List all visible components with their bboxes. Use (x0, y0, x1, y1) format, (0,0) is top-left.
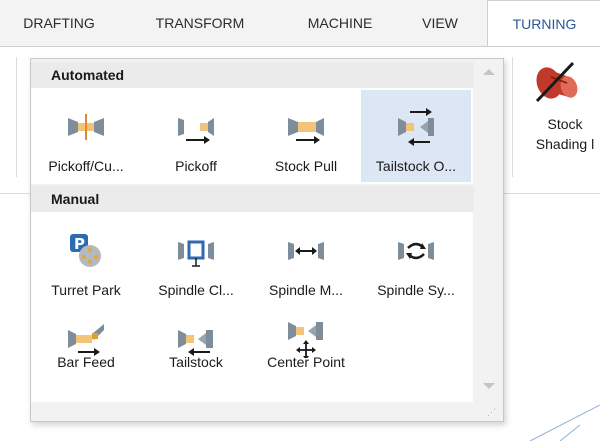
gallery-item-label: Spindle Cl... (158, 282, 234, 298)
tab-turning[interactable]: TURNING (487, 0, 600, 48)
gallery-item-spindle-clamp[interactable]: Spindle Cl... (141, 214, 251, 306)
turning-gallery-dropdown: Automated Pickoff/Cu... Pickoff Stock Pu… (30, 58, 504, 422)
gallery-item-label: Tailstock (169, 354, 223, 370)
scroll-up-arrow-icon[interactable] (483, 69, 495, 75)
pickoff-cutoff-icon (68, 114, 104, 140)
section-header-manual: Manual (31, 186, 491, 212)
gallery-item-bar-feed[interactable]: Bar Feed (31, 312, 141, 374)
gallery-item-pickoff-cutoff[interactable]: Pickoff/Cu... (31, 90, 141, 182)
tab-machine[interactable]: MACHINE (290, 0, 390, 46)
tab-drafting[interactable]: DRAFTING (18, 0, 100, 46)
spindle-clamp-icon (178, 240, 214, 267)
stock-shading-button[interactable]: Stock Shading l (515, 47, 600, 193)
gallery-item-stock-pull[interactable]: Stock Pull (251, 90, 361, 182)
ribbon-separator (512, 57, 513, 177)
gallery-item-label: Tailstock O... (375, 158, 457, 174)
section-header-automated: Automated (31, 62, 491, 88)
gallery-item-label: Center Point (267, 354, 345, 370)
automated-items: Pickoff/Cu... Pickoff Stock Pull Tailsto… (31, 88, 473, 184)
gallery-item-label: Bar Feed (57, 354, 115, 370)
spindle-move-icon (288, 242, 324, 260)
tab-transform[interactable]: TRANSFORM (145, 0, 255, 46)
stock-shading-label-1: Stock (547, 116, 583, 132)
gallery-item-label: Turret Park (51, 282, 121, 298)
gallery-item-tailstock-operation[interactable]: Tailstock O... (361, 90, 471, 182)
gallery-item-spindle-move[interactable]: Spindle M... (251, 214, 361, 306)
manual-items: P Turret Park Spindle Cl... Spindle M...… (31, 212, 473, 402)
stock-shading-label-2: Shading l (535, 136, 595, 152)
gallery-item-label: Spindle M... (269, 282, 343, 298)
resize-grip-icon[interactable]: ⋰ (487, 407, 496, 418)
turret-park-icon: P (70, 234, 101, 267)
ribbon-tab-bar: DRAFTING TRANSFORM MACHINE VIEW TURNING (0, 0, 600, 48)
tailstock-icon (178, 330, 213, 356)
spindle-sync-icon (398, 242, 434, 260)
center-point-icon (288, 322, 323, 358)
viewport-geometry (529, 404, 600, 441)
tab-view[interactable]: VIEW (416, 0, 464, 46)
gallery-item-label: Pickoff (175, 158, 217, 174)
gallery-item-tailstock[interactable]: Tailstock (141, 312, 251, 374)
gallery-item-spindle-sync[interactable]: Spindle Sy... (361, 214, 471, 306)
stock-pull-icon (288, 118, 324, 144)
gallery-item-label: Pickoff/Cu... (48, 158, 124, 174)
gallery-item-center-point[interactable]: Center Point (251, 312, 361, 374)
gallery-item-label: Stock Pull (274, 158, 338, 174)
gallery-item-turret-park[interactable]: P Turret Park (31, 214, 141, 306)
gallery-item-pickoff[interactable]: Pickoff (141, 90, 251, 182)
scroll-down-arrow-icon[interactable] (483, 383, 495, 389)
bar-feed-icon (68, 324, 104, 356)
gallery-scrollbar[interactable] (474, 59, 502, 419)
ribbon-separator (16, 57, 17, 177)
stock-shading-icon (535, 61, 578, 103)
gallery-item-label: Spindle Sy... (377, 282, 455, 298)
pickoff-icon (178, 118, 214, 144)
tailstock-operation-icon (398, 108, 434, 146)
